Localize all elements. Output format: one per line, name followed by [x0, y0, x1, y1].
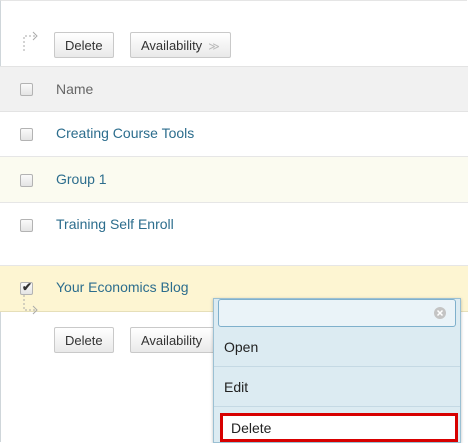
availability-button-top[interactable]: Availability ≫ [130, 32, 231, 58]
row-checkbox[interactable] [20, 128, 33, 141]
delete-button-bottom[interactable]: Delete [54, 327, 114, 353]
menu-item-edit[interactable]: Edit [214, 367, 460, 407]
table-row: Group 1 [0, 157, 468, 203]
availability-button-label: Availability [141, 38, 203, 53]
delete-button-label: Delete [65, 333, 103, 348]
arrow-icon [23, 295, 38, 315]
delete-button-label: Delete [65, 38, 103, 53]
table-row: Creating Course Tools [0, 112, 468, 157]
table-header: Name [0, 66, 468, 112]
column-header-name[interactable]: Name [56, 81, 93, 97]
chevron-down-icon: ≫ [208, 41, 220, 53]
select-all-checkbox[interactable] [20, 83, 33, 96]
availability-button-label: Availability [141, 333, 203, 348]
row-checkbox[interactable] [20, 174, 33, 187]
availability-button-bottom[interactable]: Availability [130, 327, 216, 353]
delete-button-top[interactable]: Delete [54, 32, 114, 58]
row-checkbox[interactable] [20, 219, 33, 232]
menu-item-delete[interactable]: Delete [220, 413, 458, 442]
top-toolbar: Delete Availability ≫ [0, 24, 468, 68]
table-row: Training Self Enroll [0, 203, 468, 266]
context-menu: Open Edit Delete [213, 298, 461, 443]
row-link[interactable]: Training Self Enroll [56, 216, 174, 232]
arrow-icon [23, 31, 38, 51]
menu-item-open[interactable]: Open [214, 327, 460, 367]
context-menu-header [218, 299, 456, 327]
row-link[interactable]: Creating Course Tools [56, 125, 194, 141]
close-icon[interactable] [433, 306, 447, 320]
row-link[interactable]: Group 1 [56, 171, 107, 187]
